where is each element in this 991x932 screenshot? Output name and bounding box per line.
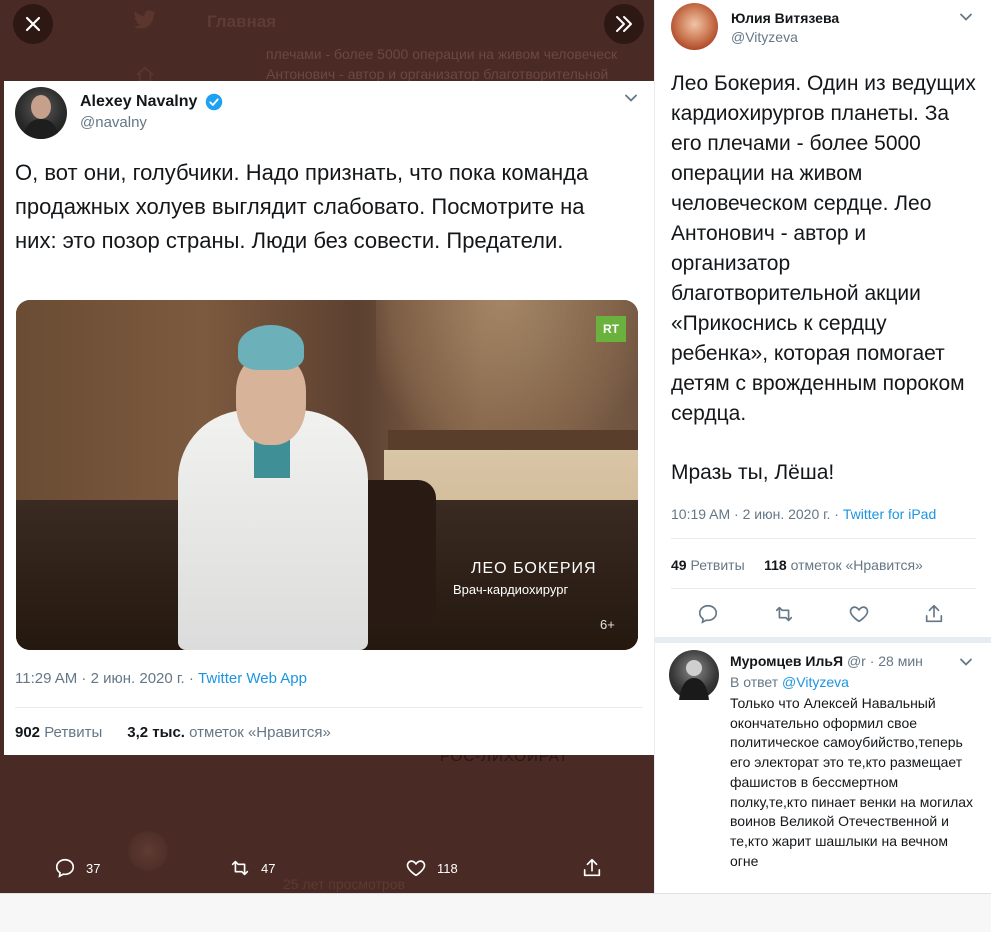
- tweet-stats: 49 Ретвиты 118 отметок «Нравится»: [671, 557, 923, 573]
- author-handle-and-time: @r · 28 мин: [843, 653, 923, 669]
- reply-icon: [55, 858, 75, 878]
- author-name[interactable]: Юлия Витязева: [731, 10, 839, 26]
- tweet-source-link[interactable]: Twitter Web App: [198, 670, 307, 687]
- chevron-down-icon[interactable]: [959, 10, 973, 24]
- video-caption-name: ЛЕО БОКЕРИЯ: [471, 560, 597, 577]
- avatar[interactable]: [15, 87, 67, 139]
- window-bottom-strip: [0, 893, 991, 932]
- heart-icon: [406, 860, 426, 877]
- avatar-portrait: [23, 95, 59, 139]
- close-icon: [25, 16, 41, 32]
- retweets-label: Ретвиты: [40, 724, 103, 741]
- avatar[interactable]: [671, 3, 718, 50]
- twitter-bird-icon: [133, 10, 156, 29]
- reply-context: В ответ @Vityzeva: [730, 674, 849, 690]
- avatar-portrait: [679, 660, 709, 700]
- retweets-stat[interactable]: 902 Ретвиты: [15, 724, 102, 741]
- media-action-bar: 37 47 118: [0, 850, 654, 890]
- reply-count: 37: [86, 860, 101, 876]
- chevron-down-icon[interactable]: [624, 91, 638, 105]
- home-icon: [136, 66, 154, 82]
- like-button[interactable]: 118: [405, 857, 458, 879]
- divider: [15, 707, 643, 708]
- tweet-lightbox: Главная плечами - более 5000 операции на…: [0, 0, 991, 932]
- likes-stat[interactable]: 118 отметок «Нравится»: [764, 557, 923, 573]
- retweet-count: 47: [261, 860, 276, 876]
- main-tweet: Alexey Navalny @navalny О, вот они, голу…: [4, 81, 654, 755]
- background-text-line: плечами - более 5000 операции на живом ч…: [266, 46, 618, 62]
- divider: [671, 588, 976, 589]
- background-text-line: Антонович - автор и организатор благотво…: [266, 66, 609, 82]
- retweet-icon[interactable]: [773, 603, 795, 625]
- tweet-text: Мразь ты, Лёша!: [671, 461, 835, 484]
- details-sidebar: Юлия Витязева @Vityzeva Лео Бокерия. Оди…: [654, 0, 991, 893]
- tweet-source-link[interactable]: Twitter for iPad: [843, 506, 936, 522]
- author-handle[interactable]: @Vityzeva: [731, 29, 798, 45]
- background-timeline: Главная плечами - более 5000 операции на…: [0, 0, 654, 82]
- retweets-count: 902: [15, 724, 41, 741]
- tweet-text: Лео Бокерия. Один из ведущих кардиохирур…: [671, 72, 976, 425]
- author-handle[interactable]: @navalny: [80, 114, 147, 131]
- verified-badge-icon: [205, 93, 223, 111]
- expand-sidebar-button[interactable]: [604, 4, 644, 44]
- video-frame: [238, 325, 304, 370]
- retweets-stat[interactable]: 49 Ретвиты: [671, 557, 745, 573]
- likes-count: 3,2 тыс.: [127, 724, 185, 741]
- retweet-icon: [231, 860, 249, 876]
- tweet-timestamp: 11:29 AM · 2 июн. 2020 г. · Twitter Web …: [15, 670, 307, 687]
- likes-label: отметок «Нравится»: [786, 557, 923, 573]
- likes-stat[interactable]: 3,2 тыс. отметок «Нравится»: [127, 724, 331, 741]
- retweets-label: Ретвиты: [686, 557, 745, 573]
- tweet-time[interactable]: 10:19 AM · 2 июн. 2020 г. ·: [671, 506, 843, 522]
- close-button[interactable]: [13, 4, 53, 44]
- background-header-title: Главная: [207, 12, 277, 31]
- avatar[interactable]: [669, 650, 719, 700]
- video-caption-role: Врач-кардиохирург: [453, 582, 569, 597]
- reply-to-link[interactable]: @Vityzeva: [782, 674, 849, 690]
- like-count: 118: [437, 860, 458, 876]
- tweet-text: О, вот они, голубчики. Надо признать, чт…: [15, 160, 589, 253]
- tweet-timestamp: 10:19 AM · 2 июн. 2020 г. · Twitter for …: [671, 506, 936, 522]
- age-rating: 6+: [600, 617, 615, 632]
- author-name: Муромцев ИльЯ: [730, 653, 844, 669]
- reply-icon[interactable]: [697, 603, 719, 625]
- retweet-button[interactable]: 47: [229, 857, 275, 879]
- author-name[interactable]: Alexey Navalny: [80, 93, 197, 111]
- double-chevron-right-icon: [616, 16, 632, 32]
- divider: [671, 538, 976, 539]
- section-separator: [655, 637, 991, 643]
- likes-count: 118: [764, 557, 787, 573]
- reply-text: Только что Алексей Навальный окончательн…: [730, 695, 974, 869]
- video-player[interactable]: RT ЛЕО БОКЕРИЯ Врач-кардиохирург 6+: [16, 300, 638, 650]
- reply-prefix: В ответ: [730, 674, 783, 690]
- chevron-down-icon[interactable]: [959, 655, 973, 669]
- reply-author[interactable]: Муромцев ИльЯ @r · 28 мин: [730, 653, 923, 669]
- tweet-stats: 902 Ретвиты 3,2 тыс. отметок «Нравится»: [15, 724, 331, 741]
- share-button[interactable]: [581, 857, 613, 879]
- heart-icon[interactable]: [848, 603, 870, 625]
- channel-logo: RT: [596, 316, 626, 342]
- tweet-action-bar: [655, 600, 991, 630]
- share-icon: [583, 858, 601, 877]
- likes-label: отметок «Нравится»: [184, 724, 331, 741]
- share-icon[interactable]: [923, 603, 945, 625]
- reply-button[interactable]: 37: [54, 857, 100, 879]
- retweets-count: 49: [671, 557, 687, 573]
- tweet-time[interactable]: 11:29 AM · 2 июн. 2020 г. ·: [15, 670, 198, 687]
